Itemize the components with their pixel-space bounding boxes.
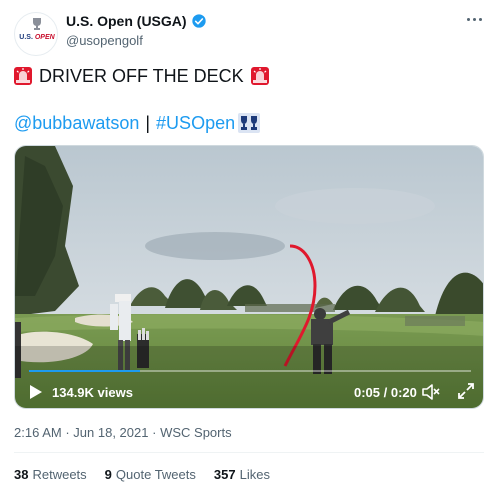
meta-separator: · [65, 425, 70, 440]
tweet-stats: 38 Retweets 9 Quote Tweets 357 Likes [14, 467, 270, 482]
tweet-text-line2: @bubbawatson | #USOpen [14, 112, 261, 134]
user-handle[interactable]: @usopengolf [66, 33, 143, 48]
tweet-headline: DRIVER OFF THE DECK [39, 66, 244, 86]
more-options-icon[interactable] [464, 14, 484, 26]
quote-tweets-label: Quote Tweets [115, 467, 196, 482]
video-progress-fill [29, 370, 140, 372]
quote-tweets-count: 9 [104, 467, 112, 482]
trophy-logo-icon [33, 18, 41, 30]
retweets-stat[interactable]: 38 Retweets [14, 467, 87, 482]
mention-link[interactable]: @bubbawatson [14, 112, 139, 134]
video-time: 0:05 / 0:20 [354, 385, 417, 400]
text-separator: | [145, 113, 151, 133]
likes-count: 357 [213, 467, 236, 482]
tweet: U.S. OPEN U.S. Open (USGA) @usopengolf D… [0, 0, 498, 492]
avatar-text-open: OPEN [34, 34, 55, 41]
avatar-text-us: U.S. [19, 34, 33, 41]
retweets-label: Retweets [32, 467, 87, 482]
tweet-text-line1: DRIVER OFF THE DECK [14, 65, 269, 87]
verified-badge-icon [191, 14, 206, 28]
video-views: 134.9K views [52, 385, 133, 400]
display-name-text: U.S. Open (USGA) [66, 13, 187, 29]
video-controls: 134.9K views 0:05 / 0:20 [15, 366, 483, 408]
avatar-logo-text: U.S. OPEN [15, 34, 57, 42]
hashtag-link[interactable]: #USOpen [156, 112, 235, 134]
avatar[interactable]: U.S. OPEN [14, 12, 58, 56]
divider [14, 452, 484, 453]
usopen-hashflag-icon[interactable] [238, 113, 261, 133]
likes-stat[interactable]: 357 Likes [214, 467, 270, 482]
likes-label: Likes [239, 467, 270, 482]
quote-tweets-stat[interactable]: 9 Quote Tweets [105, 467, 196, 482]
video-progress-bar[interactable] [29, 370, 471, 372]
tweet-metadata: 2:16 AM · Jun 18, 2021 · WSC Sports [14, 425, 232, 440]
play-icon[interactable] [29, 384, 43, 400]
fullscreen-icon[interactable] [457, 382, 475, 400]
video-player[interactable]: 134.9K views 0:05 / 0:20 [14, 145, 484, 409]
tweet-date[interactable]: Jun 18, 2021 [73, 425, 148, 440]
meta-separator: · [152, 425, 157, 440]
mute-icon[interactable] [421, 382, 441, 402]
display-name[interactable]: U.S. Open (USGA) [66, 13, 207, 29]
siren-emoji-icon [250, 67, 269, 85]
tweet-time[interactable]: 2:16 AM [14, 425, 62, 440]
siren-emoji-icon [14, 67, 32, 85]
retweets-count: 38 [14, 467, 29, 482]
tweet-source[interactable]: WSC Sports [160, 425, 232, 440]
